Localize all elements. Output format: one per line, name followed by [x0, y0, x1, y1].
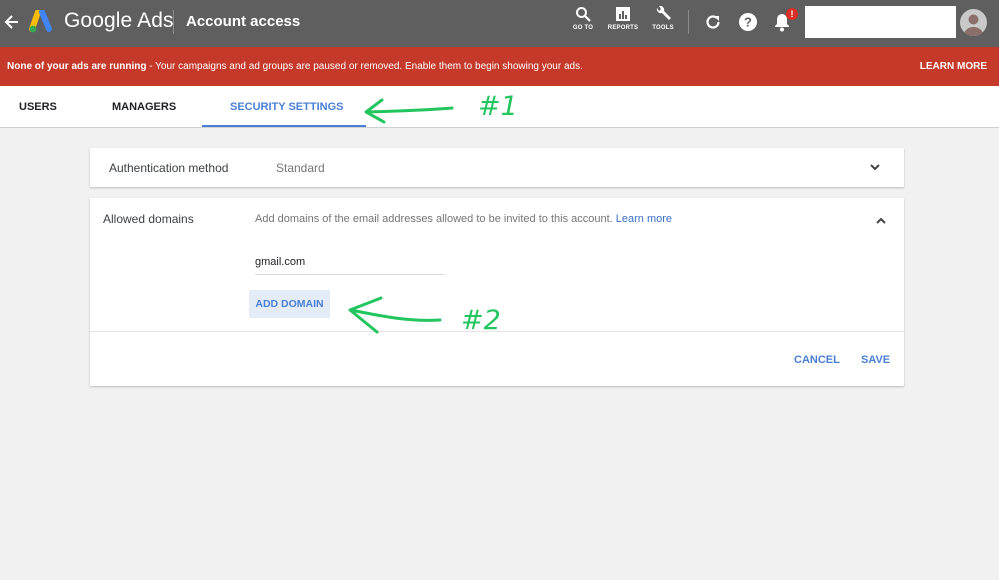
tab-users[interactable]: USERS	[19, 101, 57, 113]
notification-badge: !	[786, 8, 798, 20]
goto-label: GO TO	[572, 25, 594, 31]
alert-message: None of your ads are running - Your camp…	[7, 61, 583, 72]
reports-button[interactable]: REPORTS	[601, 6, 645, 31]
annotation-label-1: #1	[478, 91, 518, 122]
goto-button[interactable]: GO TO	[561, 6, 605, 31]
reports-icon	[616, 7, 630, 21]
google-ads-logo-icon[interactable]	[29, 9, 55, 34]
annotation-label-2: #2	[461, 305, 501, 336]
tools-button[interactable]: TOOLS	[641, 6, 685, 31]
avatar[interactable]	[960, 9, 987, 36]
authentication-method-value: Standard	[276, 161, 325, 175]
wrench-icon	[656, 6, 671, 20]
refresh-icon[interactable]	[703, 12, 725, 34]
top-bar: Google Ads Account access GO TO REPORTS …	[0, 0, 999, 47]
authentication-method-card[interactable]: Authentication method Standard	[90, 148, 904, 187]
person-icon	[963, 14, 984, 36]
page-title: Account access	[186, 13, 301, 30]
alert-bold-text: None of your ads are running	[7, 61, 147, 72]
brand-name: Google Ads	[64, 9, 174, 32]
cancel-button[interactable]: CANCEL	[794, 354, 840, 366]
alert-banner: None of your ads are running - Your camp…	[0, 47, 999, 86]
chevron-down-icon[interactable]	[868, 160, 882, 174]
reports-label: REPORTS	[607, 25, 639, 31]
learn-more-link[interactable]: LEARN MORE	[920, 61, 987, 72]
account-search-input[interactable]	[805, 6, 956, 38]
allowed-domains-card: Allowed domains Add domains of the email…	[90, 198, 904, 386]
authentication-method-label: Authentication method	[109, 161, 229, 175]
tab-security-settings[interactable]: SECURITY SETTINGS	[230, 101, 343, 113]
active-tab-indicator	[202, 125, 366, 127]
help-icon[interactable]: ?	[738, 12, 760, 34]
learn-more-link[interactable]: Learn more	[616, 213, 672, 225]
save-button[interactable]: SAVE	[861, 354, 890, 366]
description-text: Add domains of the email addresses allow…	[255, 213, 613, 225]
back-arrow-icon[interactable]	[2, 11, 22, 33]
add-domain-button[interactable]: ADD DOMAIN	[249, 290, 330, 318]
alert-detail-text: - Your campaigns and ad groups are pause…	[146, 61, 583, 72]
header-divider	[688, 10, 689, 34]
tools-label: TOOLS	[652, 25, 674, 31]
tab-managers[interactable]: MANAGERS	[112, 101, 176, 113]
allowed-domains-label: Allowed domains	[103, 212, 194, 226]
allowed-domains-description: Add domains of the email addresses allow…	[255, 213, 672, 225]
svg-text:?: ?	[744, 15, 752, 30]
chevron-up-icon[interactable]	[874, 214, 888, 228]
header-divider	[173, 10, 174, 34]
domain-input[interactable]: gmail.com	[255, 250, 445, 275]
search-icon	[576, 7, 591, 22]
